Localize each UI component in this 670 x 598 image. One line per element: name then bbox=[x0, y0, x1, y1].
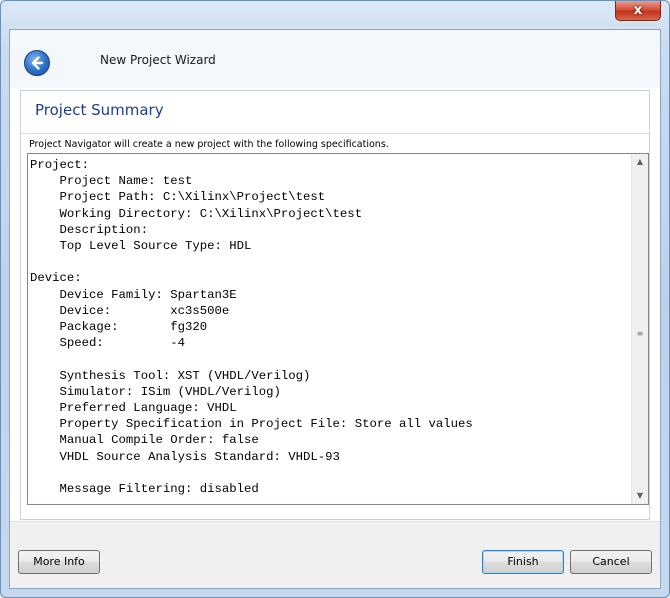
scroll-grip-icon: ≡ bbox=[636, 329, 644, 338]
back-button[interactable] bbox=[24, 50, 50, 76]
finish-button[interactable]: Finish bbox=[482, 550, 564, 574]
close-button[interactable]: x bbox=[615, 1, 661, 21]
instruction-text: Project Navigator will create a new proj… bbox=[29, 139, 389, 150]
close-icon: x bbox=[633, 3, 643, 18]
title-divider bbox=[21, 133, 649, 134]
more-info-button[interactable]: More Info bbox=[18, 550, 100, 574]
wizard-page: Project Summary Project Navigator will c… bbox=[20, 90, 650, 520]
wizard-window: x New Project Wizard Project Summary Pro… bbox=[0, 0, 670, 598]
scroll-up-icon[interactable]: ▲ bbox=[632, 154, 648, 170]
scroll-down-icon[interactable]: ▼ bbox=[632, 488, 648, 504]
vertical-scrollbar[interactable]: ▲ ≡ ▼ bbox=[631, 154, 648, 504]
page-title: Project Summary bbox=[35, 101, 164, 119]
summary-textbox[interactable]: Project: Project Name: test Project Path… bbox=[27, 153, 649, 505]
back-arrow-icon bbox=[31, 56, 44, 70]
button-bar: More Info Finish Cancel bbox=[10, 521, 660, 588]
wizard-title: New Project Wizard bbox=[100, 53, 216, 67]
summary-text: Project: Project Name: test Project Path… bbox=[30, 158, 473, 497]
cancel-button[interactable]: Cancel bbox=[570, 550, 652, 574]
wizard-header: New Project Wizard bbox=[10, 30, 660, 88]
wizard-client-area: New Project Wizard Project Summary Proje… bbox=[9, 29, 661, 589]
